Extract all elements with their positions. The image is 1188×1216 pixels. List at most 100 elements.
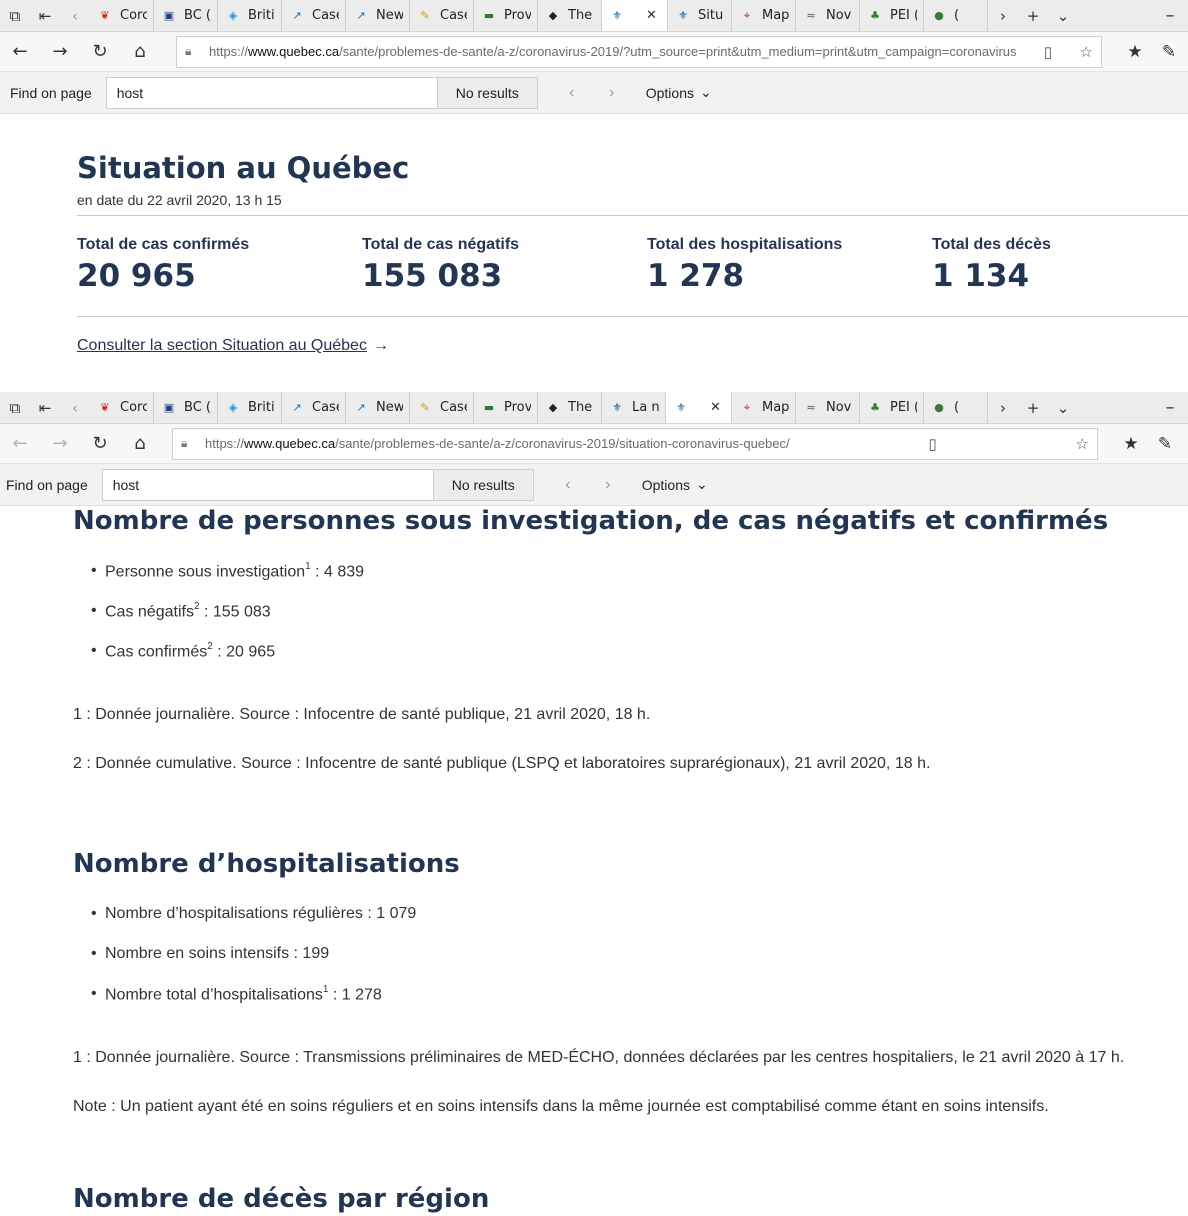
item-value: : 155 083 bbox=[199, 603, 271, 621]
find-input[interactable]: host bbox=[105, 76, 438, 109]
tab[interactable]: ◆ The bbox=[538, 0, 602, 31]
minimize-icon[interactable]: – bbox=[1152, 5, 1188, 26]
back-icon[interactable]: ← bbox=[0, 433, 40, 454]
find-options-button[interactable]: Options ⌄ bbox=[646, 84, 712, 101]
set-tabs-aside-icon[interactable]: ⇤ bbox=[30, 392, 60, 423]
close-tab-icon[interactable]: ✕ bbox=[710, 400, 721, 415]
tab-manager-icon[interactable]: ⧉ bbox=[0, 0, 30, 31]
tab[interactable]: ●( bbox=[924, 0, 988, 31]
lock-icon: 🔒︎ bbox=[181, 436, 188, 450]
tab[interactable]: ↗ Case bbox=[282, 0, 346, 31]
tab[interactable]: ◈ Briti bbox=[218, 392, 282, 423]
footnote: Note : Un patient ayant été en soins rég… bbox=[73, 1098, 1049, 1115]
favorites-icon[interactable]: ★ bbox=[1114, 434, 1148, 454]
pen-icon[interactable]: ✎ bbox=[1152, 42, 1186, 62]
close-tab-icon[interactable]: ✕ bbox=[646, 8, 657, 23]
refresh-icon[interactable]: ↻ bbox=[80, 433, 120, 454]
favorites-icon[interactable]: ★ bbox=[1118, 42, 1152, 62]
tab-manager-icon[interactable]: ⧉ bbox=[0, 392, 30, 423]
address-bar: ← → ↻ ⌂ 🔒︎ https://www.quebec.ca/sante/p… bbox=[0, 32, 1188, 72]
set-tabs-aside-icon[interactable]: ⇤ bbox=[30, 0, 60, 31]
footnote: 2 : Donnée cumulative. Source : Infocent… bbox=[73, 755, 931, 772]
refresh-icon[interactable]: ↻ bbox=[80, 41, 120, 62]
favorite-star-icon[interactable]: ☆ bbox=[1068, 435, 1089, 453]
tab[interactable]: ▣ BC ( bbox=[154, 0, 218, 31]
tab[interactable]: ❦ Corc bbox=[90, 0, 154, 31]
tab[interactable]: ✎ Case bbox=[410, 0, 474, 31]
tab[interactable]: ✎ Case bbox=[410, 392, 474, 423]
tab[interactable]: ▣ BC ( bbox=[154, 392, 218, 423]
tab[interactable]: ↗ Case bbox=[282, 392, 346, 423]
tab[interactable]: ⚜ La n bbox=[602, 392, 666, 423]
tab[interactable]: ⚜ Situ bbox=[668, 0, 732, 31]
back-icon[interactable]: ← bbox=[0, 41, 40, 62]
stat-label: Total des décès bbox=[932, 236, 1051, 253]
map-icon: ⌖ bbox=[743, 400, 751, 414]
scroll-tabs-right-icon[interactable]: › bbox=[988, 0, 1018, 31]
tab[interactable]: ◆ The bbox=[538, 392, 602, 423]
url-prefix: https:// bbox=[205, 436, 245, 451]
find-label: Find on page bbox=[10, 84, 92, 101]
scroll-tabs-left-icon[interactable]: ‹ bbox=[60, 0, 90, 31]
tab[interactable]: ⌖ Map bbox=[732, 0, 796, 31]
minimize-icon[interactable]: – bbox=[1152, 397, 1188, 418]
forward-icon[interactable]: → bbox=[40, 41, 80, 62]
tab[interactable]: ⌖ Map bbox=[732, 392, 796, 423]
scroll-tabs-right-icon[interactable]: › bbox=[988, 392, 1018, 423]
home-icon[interactable]: ⌂ bbox=[120, 433, 160, 454]
tab[interactable]: ≈ Nov bbox=[796, 392, 860, 423]
url-field[interactable]: 🔒︎ https://www.quebec.ca/sante/problemes… bbox=[172, 427, 1098, 460]
favorite-star-icon[interactable]: ☆ bbox=[1072, 43, 1093, 61]
item-value: : 4 839 bbox=[310, 563, 365, 581]
consult-link-label: Consulter la section Situation au Québec bbox=[77, 337, 367, 354]
tab-list: ❦ Corc ▣ BC (◈ Briti ↗ Case ↗ New ✎ Case ▬ Prov ◆ The ⚜… bbox=[90, 392, 988, 423]
new-tab-icon[interactable]: + bbox=[1018, 392, 1048, 423]
tab[interactable]: ▬ Prov bbox=[474, 0, 538, 31]
item-label: Nombre d’hospitalisations régulières : 1… bbox=[105, 905, 417, 922]
tab[interactable]: ❦ Corc bbox=[90, 392, 154, 423]
page-date: en date du 22 avril 2020, 13 h 15 bbox=[77, 192, 282, 208]
home-icon[interactable]: ⌂ bbox=[120, 41, 160, 62]
list-item: Cas confirmés2 : 20 965 bbox=[73, 641, 1183, 682]
tab[interactable]: ▬ Prov bbox=[474, 392, 538, 423]
tab[interactable]: ≈ Nov bbox=[796, 0, 860, 31]
tab-label: Briti bbox=[248, 400, 275, 415]
nova-scotia-icon: ≈ bbox=[806, 401, 816, 414]
new-tab-icon[interactable]: + bbox=[1018, 0, 1048, 31]
find-previous-icon[interactable]: ‹ bbox=[548, 476, 588, 494]
tab[interactable]: ♣ PEI ( bbox=[860, 0, 924, 31]
browser-window-bottom: ⧉ ⇤ ‹ ❦ Corc ▣ BC (◈ Briti ↗ Case ↗ New ✎ Case ▬ Pro… bbox=[0, 392, 1188, 1216]
stat-value: 1 278 bbox=[647, 258, 745, 294]
find-input[interactable]: host bbox=[101, 468, 434, 501]
tab-preview-chevron-icon[interactable]: ⌄ bbox=[1048, 0, 1078, 31]
section-title-hospitalisations: Nombre d’hospitalisations bbox=[73, 849, 460, 879]
investigation-list: Personne sous investigation1 : 4 839 Cas… bbox=[73, 561, 1183, 682]
find-next-icon[interactable]: › bbox=[592, 84, 632, 102]
tab[interactable]: ⚜ ✕ bbox=[666, 392, 732, 423]
tab-label: Situ bbox=[698, 8, 724, 23]
nova-scotia-icon: ≈ bbox=[806, 9, 816, 22]
tab[interactable]: ↗ New bbox=[346, 392, 410, 423]
tab-label: Case bbox=[440, 400, 467, 415]
footnote-ref: 1 bbox=[322, 984, 329, 995]
tab[interactable]: ⚜ ✕ bbox=[602, 0, 668, 31]
tab[interactable]: ↗ New bbox=[346, 0, 410, 31]
url-field[interactable]: 🔒︎ https://www.quebec.ca/sante/problemes… bbox=[176, 35, 1102, 68]
tab[interactable]: ●( bbox=[924, 392, 988, 423]
consult-situation-link[interactable]: Consulter la section Situation au Québec… bbox=[77, 337, 389, 355]
find-next-icon[interactable]: › bbox=[588, 476, 628, 494]
tab[interactable]: ♣ PEI ( bbox=[860, 392, 924, 423]
tab-preview-chevron-icon[interactable]: ⌄ bbox=[1048, 392, 1078, 423]
reading-view-icon[interactable]: ▯ bbox=[920, 435, 936, 453]
find-previous-icon[interactable]: ‹ bbox=[552, 84, 592, 102]
chevron-down-icon: ⌄ bbox=[699, 84, 712, 100]
shield-icon: ◆ bbox=[548, 401, 558, 414]
stat-value: 155 083 bbox=[362, 258, 503, 294]
scroll-tabs-left-icon[interactable]: ‹ bbox=[60, 392, 90, 423]
reading-view-icon[interactable]: ▯ bbox=[1036, 43, 1052, 61]
tab[interactable]: ◈ Briti bbox=[218, 0, 282, 31]
find-options-button[interactable]: Options ⌄ bbox=[642, 476, 708, 493]
forward-icon[interactable]: → bbox=[40, 433, 80, 454]
pen-icon[interactable]: ✎ bbox=[1148, 434, 1182, 454]
tab-label: PEI ( bbox=[890, 8, 917, 23]
